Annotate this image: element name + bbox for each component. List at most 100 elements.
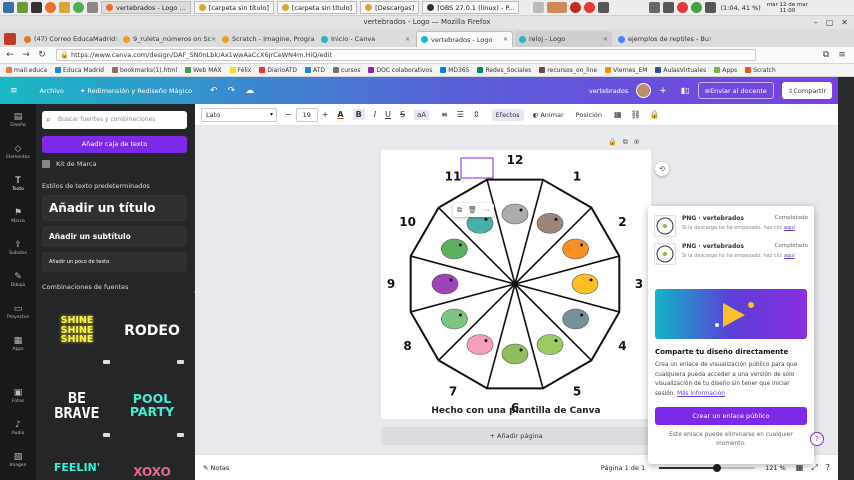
- spacing-icon[interactable]: ⇕: [473, 110, 480, 119]
- reload-icon[interactable]: ↻: [36, 50, 48, 60]
- task-folder-1[interactable]: [carpeta sin título]: [193, 1, 274, 14]
- italic-icon[interactable]: I: [374, 110, 376, 119]
- tab-correo[interactable]: (47) Correo EducaMadrid✕: [20, 31, 117, 47]
- bookmark-item[interactable]: Scratch: [745, 67, 776, 74]
- stats-icon[interactable]: ▮▯: [681, 86, 690, 95]
- duplicate-icon[interactable]: ⧉: [623, 138, 628, 147]
- tray-stop-icon[interactable]: [584, 2, 596, 13]
- combo-feelin[interactable]: FEELIN': [44, 448, 110, 480]
- add-body-preset[interactable]: Añadir un poco de texto: [42, 252, 187, 272]
- app-menu-icon[interactable]: [3, 2, 14, 13]
- design-page[interactable]: 1 2 3 4 5 6 7 8 9 10 11 12 Hecho con una plantilla d…: [381, 150, 651, 419]
- zoom-handle[interactable]: [712, 463, 721, 472]
- rail-item-audio[interactable]: ♪ Audio: [0, 412, 36, 444]
- redo-icon[interactable]: ↷: [228, 86, 236, 96]
- add-collaborator-icon[interactable]: +: [659, 86, 667, 96]
- task-downloads[interactable]: [Descargas]: [360, 1, 420, 14]
- combo-xoxo[interactable]: XOXO: [119, 448, 185, 480]
- letter-case-icon[interactable]: aA: [414, 109, 430, 120]
- bookmark-item[interactable]: MD365: [440, 67, 469, 74]
- tray-network-icon[interactable]: [663, 2, 675, 13]
- resize-magic-button[interactable]: ✦ Redimensión y Rediseño Mágico: [80, 87, 192, 95]
- page-scrollbar[interactable]: [838, 77, 854, 480]
- close-icon[interactable]: ✕: [115, 36, 117, 43]
- bookmark-item[interactable]: recursos_on_line: [539, 67, 597, 74]
- rail-item-fotos[interactable]: ▣ Fotos: [0, 380, 36, 412]
- send-to-teacher-button[interactable]: ⊚ Enviar al docente: [697, 82, 774, 99]
- close-icon[interactable]: ✕: [841, 16, 848, 29]
- forward-icon[interactable]: →: [20, 50, 32, 60]
- rail-item-apps[interactable]: ▦ Apps: [0, 328, 36, 360]
- download-retry-link[interactable]: aquí: [784, 253, 795, 259]
- clock[interactable]: mar 12 de mar 11:00: [767, 2, 808, 14]
- increase-size-button[interactable]: +: [322, 110, 329, 119]
- link-icon[interactable]: ⛓: [631, 110, 641, 119]
- lock-icon[interactable]: 🔒: [650, 110, 660, 119]
- text-color-icon[interactable]: A: [337, 110, 343, 119]
- combo-be-brave[interactable]: BE BRAVE: [44, 378, 110, 433]
- zoom-level[interactable]: 121 %: [765, 464, 786, 472]
- tab-vertebrados[interactable]: vertebrados - Logo ✕: [416, 31, 513, 47]
- tray-update-icon[interactable]: [691, 2, 703, 13]
- firefox-icon[interactable]: [45, 2, 56, 13]
- rail-item-diseño[interactable]: ▤ Diseño: [0, 104, 36, 136]
- list-icon[interactable]: ☰: [457, 110, 464, 119]
- editor-icon[interactable]: [87, 2, 98, 13]
- more-info-link[interactable]: Más información: [677, 391, 725, 397]
- tab-ruleta[interactable]: 9_ruleta_números on Sc ✕: [119, 31, 216, 47]
- add-subtitle-preset[interactable]: Añadir un subtítulo: [42, 226, 187, 247]
- underline-icon[interactable]: U: [385, 110, 391, 119]
- file-menu[interactable]: Archivo: [40, 87, 64, 95]
- fullscreen-icon[interactable]: ⤢: [811, 463, 817, 473]
- close-icon[interactable]: ✕: [709, 36, 711, 43]
- bookmark-item[interactable]: bookmarks(1).html: [111, 67, 177, 74]
- decrease-size-button[interactable]: −: [285, 110, 292, 119]
- bookmark-item[interactable]: mail.educa: [6, 67, 47, 74]
- cloud-saved-icon[interactable]: ☁: [245, 86, 254, 96]
- zoom-slider[interactable]: [659, 463, 756, 473]
- tray-monitor-icon[interactable]: [649, 2, 661, 13]
- folder-icon[interactable]: [59, 2, 70, 13]
- close-icon[interactable]: ✕: [603, 36, 608, 43]
- lock-icon[interactable]: 🔒: [608, 138, 617, 147]
- tab-reloj[interactable]: reloj - Logo ✕: [515, 31, 612, 47]
- brand-kit-link[interactable]: Kit de Marca: [42, 160, 97, 168]
- rail-item-proyectos[interactable]: ▭ Proyectos: [0, 296, 36, 328]
- tray-avatar-icon[interactable]: [547, 2, 568, 13]
- rail-item-dibujo[interactable]: ✎ Dibujo: [0, 264, 36, 296]
- bookmark-item[interactable]: Félix: [229, 67, 251, 74]
- align-center-icon[interactable]: ≡: [441, 110, 448, 119]
- combo-shine[interactable]: SHINE SHINE SHINE: [44, 303, 110, 358]
- maximize-icon[interactable]: ▢: [826, 16, 834, 29]
- tray-alert-icon[interactable]: [677, 2, 689, 13]
- position-button[interactable]: Posición: [576, 111, 602, 119]
- tab-canva-inicio[interactable]: Inicio - Canva ✕: [317, 31, 414, 47]
- create-public-link-button[interactable]: Crear un enlace público: [655, 407, 807, 425]
- add-text-box-button[interactable]: Añadir caja de texto: [42, 136, 187, 153]
- font-family-select[interactable]: Lato ▾: [201, 107, 277, 122]
- menu-icon[interactable]: ≡: [10, 86, 18, 96]
- task-folder-2[interactable]: [carpeta sin título]: [276, 1, 358, 14]
- rail-item-imagen[interactable]: ▧ Imagen: [0, 444, 36, 476]
- bookmark-item[interactable]: AulasVirtuales: [655, 67, 706, 74]
- task-obs[interactable]: [OBS 27.0.1 (linux) - P...: [422, 1, 520, 14]
- share-button[interactable]: ⇪ Compartir: [781, 82, 832, 99]
- battery-status[interactable]: (1:04, 41 %): [720, 4, 760, 12]
- combo-pool-party[interactable]: POOL PARTY: [119, 378, 185, 433]
- duplicate-icon[interactable]: ⧉: [457, 206, 462, 215]
- bookmark-item[interactable]: cursos: [332, 67, 360, 74]
- bookmark-item[interactable]: DiarioATD: [259, 67, 297, 74]
- chrome-icon[interactable]: [73, 2, 84, 13]
- page-grid-icon[interactable]: ▦: [796, 463, 804, 472]
- design-name[interactable]: vertebrados: [589, 87, 628, 95]
- rail-item-texto[interactable]: T Texto: [0, 168, 36, 200]
- avatar[interactable]: [636, 83, 652, 98]
- close-icon[interactable]: ✕: [211, 36, 216, 43]
- help-bubble-icon[interactable]: ?: [810, 432, 824, 446]
- task-firefox[interactable]: vertebrados - Logo ...: [101, 1, 191, 14]
- strikethrough-icon[interactable]: S: [400, 110, 405, 119]
- font-size-input[interactable]: 19: [295, 107, 318, 122]
- tray-app-icon[interactable]: [533, 2, 545, 13]
- rail-item-marca[interactable]: ⚑ Marca: [0, 200, 36, 232]
- tab-scratch[interactable]: Scratch - Imagine, Progra✕: [218, 31, 315, 47]
